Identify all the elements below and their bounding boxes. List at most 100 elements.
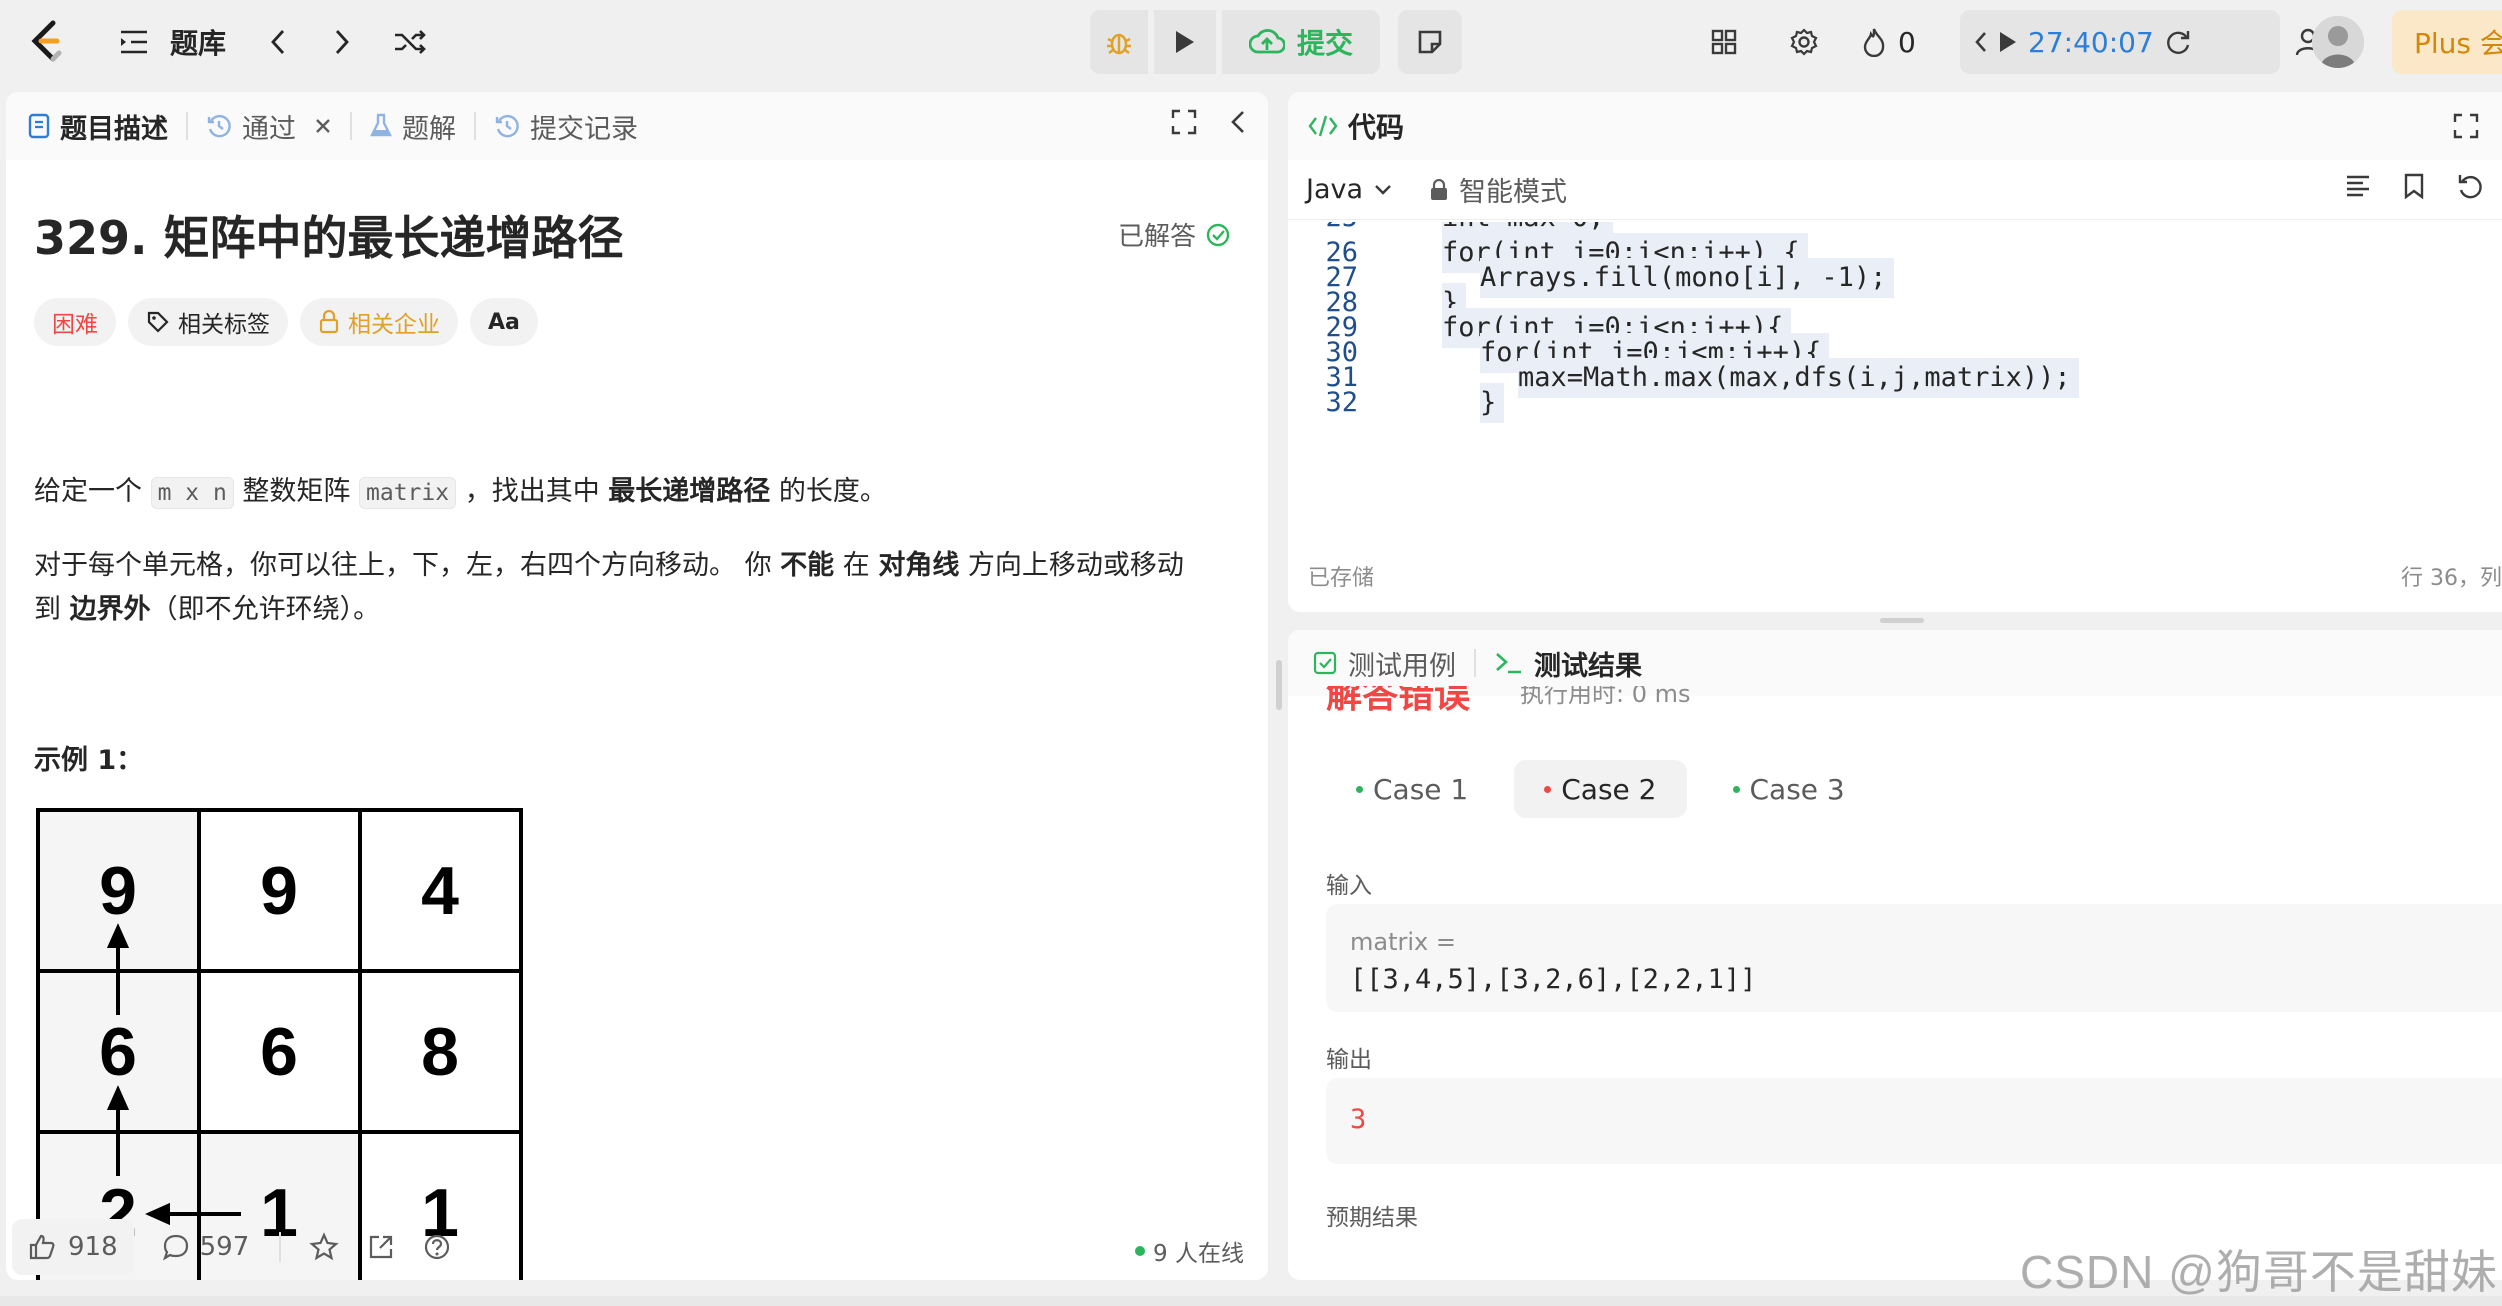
like-button[interactable]: 918 [12, 1219, 134, 1275]
fullscreen-expand-icon[interactable] [1170, 108, 1198, 136]
leetcode-logo-icon[interactable] [22, 14, 72, 70]
tab-description-label: 题目描述 [60, 113, 168, 145]
footer-divider [279, 1232, 282, 1262]
runtime-info: 执行用时: 0 ms [1520, 686, 1691, 708]
problem-bank-link[interactable]: 题库 [170, 22, 226, 62]
tab-testcases[interactable]: 测试用例 [1312, 644, 1456, 683]
desc-bold: 不能 [780, 550, 835, 581]
csdn-watermark: CSDN @狗哥不是甜妹 [2020, 1246, 2498, 1298]
case-tab-1[interactable]: Case 1 [1326, 760, 1498, 818]
tab-solutions[interactable]: 题解 [370, 92, 456, 160]
streak-counter[interactable]: 0 [1862, 22, 1916, 62]
case-tab-2[interactable]: Case 2 [1514, 760, 1687, 818]
code-text: max=Math.max(max,dfs(i,j,matrix)); [1518, 358, 2079, 398]
timer-text: 27:40:07 [2028, 25, 2154, 59]
timer-reset-icon[interactable] [2164, 28, 2192, 56]
code-fullscreen-icon[interactable] [2452, 112, 2480, 140]
streak-count: 0 [1898, 25, 1916, 59]
save-status: 已存储 [1308, 566, 1375, 591]
desc-text: 在 [834, 550, 879, 581]
vertical-resize-handle[interactable] [1276, 660, 1282, 710]
fire-icon [1863, 28, 1885, 57]
editor-tools [2344, 172, 2484, 200]
case-tab-label: Case 3 [1749, 772, 1845, 806]
comment-count: 597 [199, 1232, 250, 1262]
format-code-icon[interactable] [2344, 172, 2372, 200]
problem-tags: 困难 相关标签 相关企业 Aa [34, 298, 538, 346]
left-panel-tools [1170, 108, 1248, 136]
tab-results[interactable]: 测试结果 [1494, 644, 1642, 683]
problem-list-icon[interactable] [116, 24, 152, 60]
user-avatar[interactable] [2312, 16, 2364, 68]
case-tabs: Case 1 Case 2 Case 3 [1326, 760, 1875, 818]
test-tab-bar: 测试用例 测试结果 [1288, 630, 2502, 696]
desc-text: 的长度。 [770, 476, 887, 507]
run-play-icon[interactable] [1154, 10, 1216, 74]
input-box[interactable]: matrix = [[3,4,5],[3,2,6],[2,2,1]] [1326, 904, 2502, 1012]
chevron-down-icon [1375, 184, 1391, 195]
close-tab-icon[interactable] [314, 117, 332, 135]
timer-collapse-chevron-icon[interactable] [1974, 30, 1988, 54]
case-tab-3[interactable]: Case 3 [1703, 760, 1875, 818]
tab-accepted-label: 通过 [242, 113, 296, 145]
collapse-panel-chevron-icon[interactable] [1228, 108, 1248, 136]
tab-divider [186, 112, 188, 140]
terminal-icon [1496, 653, 1521, 674]
language-select[interactable]: Java [1306, 174, 1393, 205]
reset-code-icon[interactable] [2456, 172, 2484, 200]
submit-button[interactable]: 提交 [1222, 10, 1380, 74]
code-editor[interactable]: 25 int max=0; 26 for(int i=0;i<n;i++) { … [1288, 222, 2502, 532]
tab-divider [1474, 649, 1476, 677]
notes-icon[interactable] [1398, 10, 1462, 74]
tab-description[interactable]: 题目描述 [28, 92, 168, 160]
bookmark-icon[interactable] [2402, 172, 2426, 200]
problem-description-p1: 给定一个 m x n 整数矩阵 matrix ，找出其中 最长递增路径 的长度。 [34, 470, 1234, 515]
desc-text: 对于每个单元格，你可以往上，下，左，右四个方向移动。 你 [34, 550, 781, 581]
history-clock-icon [495, 114, 519, 138]
debug-bug-icon[interactable] [1090, 10, 1148, 74]
translate-icon: Aa [488, 309, 520, 335]
input-label: 输入 [1326, 873, 1372, 899]
plus-membership-button[interactable]: Plus 会员 [2392, 10, 2502, 74]
prev-problem-chevron-left-icon[interactable] [258, 22, 298, 62]
difficulty-badge: 困难 [34, 298, 116, 346]
help-question-icon[interactable] [423, 1233, 451, 1261]
problem-title[interactable]: 329. 矩阵中的最长递增路径 [34, 202, 624, 268]
favorite-star-icon[interactable] [309, 1232, 339, 1262]
code-brackets-icon [1308, 115, 1338, 137]
smart-mode-label: 智能模式 [1459, 177, 1568, 208]
online-dot-icon [1135, 1246, 1146, 1256]
shuffle-icon[interactable] [388, 22, 432, 62]
share-icon[interactable] [367, 1233, 395, 1261]
solved-status-label: 已解答 [1118, 222, 1197, 252]
input-value: [[3,4,5],[3,2,6],[2,2,1]] [1350, 964, 1757, 995]
desc-text: 给定一个 [34, 476, 151, 507]
pass-dot-icon [1732, 785, 1740, 793]
tab-accepted[interactable]: 通过 [206, 92, 332, 160]
timer-play-icon[interactable] [1998, 30, 2018, 54]
desc-bold: 边界外 [69, 594, 151, 625]
flask-icon [370, 113, 392, 137]
solved-status: 已解答 [1118, 216, 1230, 253]
grid-cell: 8 [421, 1014, 459, 1090]
horizontal-resize-handle[interactable] [1880, 618, 1924, 623]
output-label: 输出 [1326, 1047, 1372, 1073]
code-editor-panel: 代码 Java 智能模式 25 int max=0; 26 for(int i=… [1288, 92, 2502, 612]
desc-bold: 对角线 [878, 550, 960, 581]
smart-mode-toggle[interactable]: 智能模式 [1429, 170, 1567, 209]
related-tags-button[interactable]: 相关标签 [128, 298, 288, 346]
submit-label: 提交 [1296, 27, 1353, 60]
related-companies-button[interactable]: 相关企业 [300, 298, 458, 346]
tab-submissions-label: 提交记录 [530, 113, 638, 145]
settings-gear-icon[interactable] [1784, 22, 1824, 62]
code-line: 32 } [1288, 383, 1505, 423]
timer-widget: 27:40:07 [1960, 10, 2280, 74]
tab-submissions[interactable]: 提交记录 [494, 92, 638, 160]
comments-button[interactable]: 597 [162, 1232, 250, 1262]
tag-icon [147, 311, 169, 333]
online-count: 9 人在线 [1135, 1234, 1244, 1268]
layout-grid-icon[interactable] [1704, 22, 1744, 62]
test-panel: 测试用例 测试结果 解答错误 执行用时: 0 ms Case 1 Case 2 … [1288, 630, 2502, 1280]
next-problem-chevron-right-icon[interactable] [322, 22, 362, 62]
translate-font-button[interactable]: Aa [470, 298, 538, 346]
